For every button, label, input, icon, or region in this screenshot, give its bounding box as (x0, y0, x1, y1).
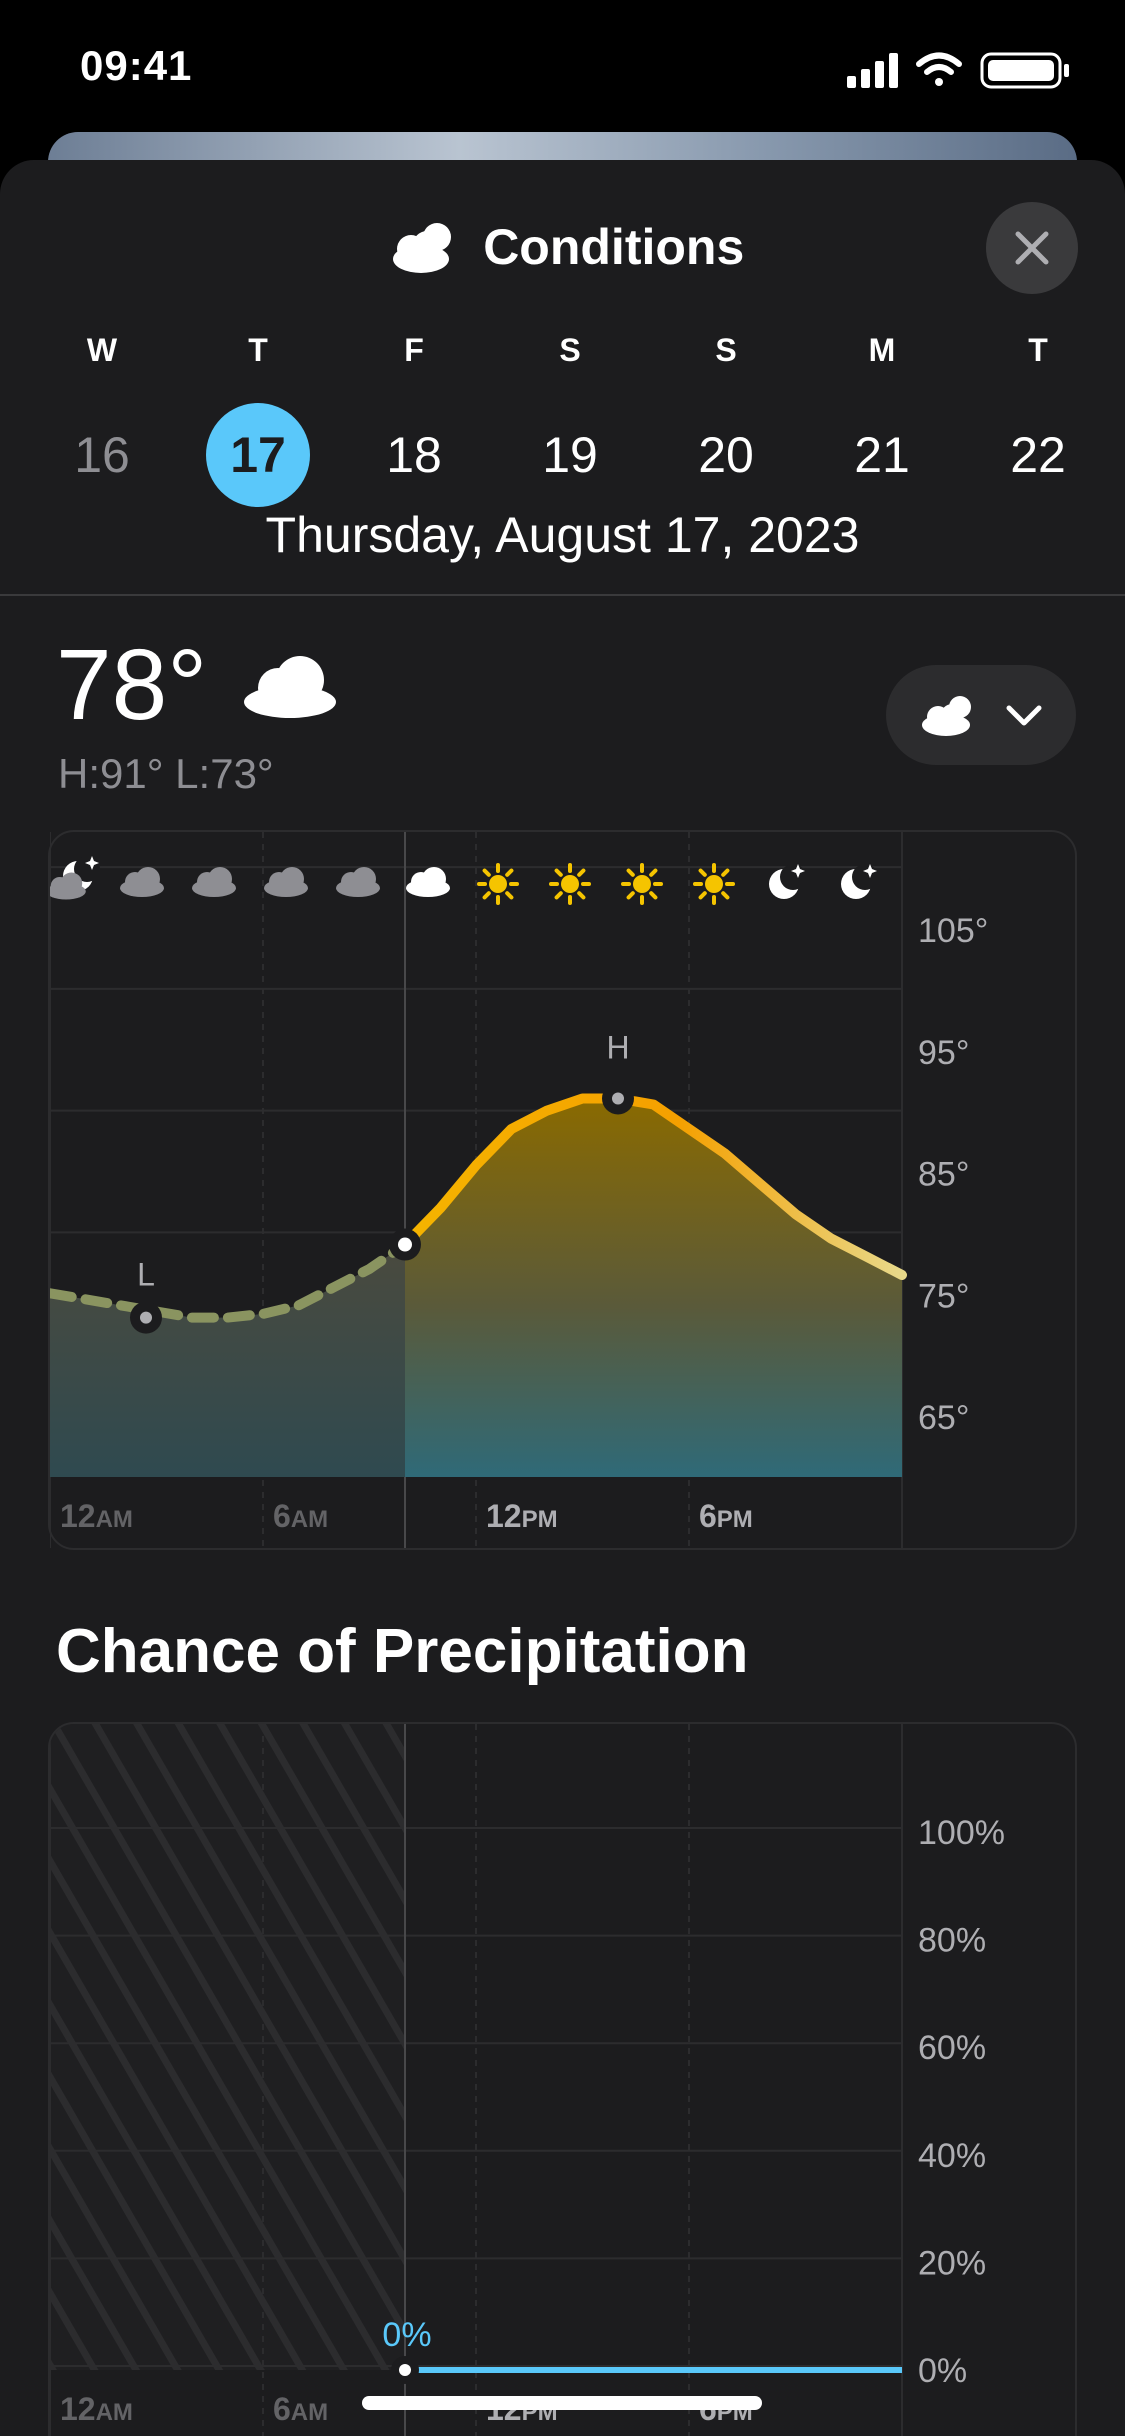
conditions-sheet: Conditions W 16 T 17 F 18 S 19 S 20 M 21 T 22 Thursda… (0, 160, 1125, 2436)
close-button[interactable] (986, 202, 1078, 294)
status-icons (847, 50, 1077, 90)
cloud-sun-icon (381, 219, 461, 275)
y-tick-label: 0% (918, 2352, 967, 2390)
y-tick-label: 60% (918, 2029, 986, 2067)
cloud-icon (120, 867, 164, 897)
y-tick-label: 105° (918, 912, 988, 950)
y-tick-label: 20% (918, 2244, 986, 2282)
signal-icon (847, 53, 898, 88)
past-hatched-area (50, 1724, 405, 2370)
metric-selector-button[interactable] (886, 665, 1076, 765)
temperature-chart-svg: 105° 95° 85° 75° 65° 12AM 6AM 12PM 6PM H L (50, 832, 988, 1548)
weekday-letter: T (248, 332, 268, 368)
status-bar: 09:41 (0, 0, 1125, 140)
high-low-temperature: H:91° L:73° (58, 750, 274, 797)
precipitation-chart-svg: 100%80%60%40%20%0%0%12AM6AM12PM6PM (50, 1724, 1005, 2436)
high-label: H (606, 1029, 629, 1065)
weekday-letter: S (559, 332, 581, 368)
x-tick-label: 12AM (60, 2391, 133, 2427)
moon-icon (841, 864, 878, 899)
y-tick-label: 75° (918, 1277, 969, 1315)
y-tick-label: 80% (918, 1922, 986, 1960)
day-button[interactable]: 21 (830, 403, 934, 507)
x-tick-label: 12PM (486, 1498, 558, 1534)
precipitation-chart: 100%80%60%40%20%0%0%12AM6AM12PM6PM (48, 1722, 1077, 2436)
y-tick-label: 85° (918, 1156, 969, 1194)
cloud-moon-icon (50, 856, 100, 900)
cloud-sun-icon (922, 696, 971, 736)
cloud-icon (240, 650, 340, 725)
cloud-icon (406, 867, 450, 897)
battery-icon (980, 52, 1069, 89)
day-selected[interactable]: 17 (206, 403, 310, 507)
low-label: L (137, 1257, 155, 1293)
sun-icon (477, 863, 519, 905)
status-time: 09:41 (80, 42, 193, 89)
x-tick-label: 6PM (699, 1498, 753, 1534)
weekday-letter: S (715, 332, 737, 368)
cloud-icon (192, 867, 236, 897)
close-icon (1015, 231, 1049, 265)
day-button[interactable]: 18 (362, 403, 466, 507)
weekday-letter: F (404, 332, 424, 368)
precipitation-title: Chance of Precipitation (56, 1617, 749, 1686)
cloud-icon (336, 867, 380, 897)
weekday-letter: W (86, 332, 118, 368)
temperature-chart: 105° 95° 85° 75° 65° 12AM 6AM 12PM 6PM H L (48, 830, 1077, 1550)
day-button[interactable]: 19 (518, 403, 622, 507)
x-tick-label: 6AM (273, 2391, 328, 2427)
current-temperature: 78° (56, 629, 208, 741)
selected-date: Thursday, August 17, 2023 (265, 507, 860, 563)
current-precip-label: 0% (382, 2316, 431, 2354)
y-tick-label: 95° (918, 1034, 969, 1072)
wifi-icon (916, 52, 962, 86)
home-indicator (362, 2396, 762, 2410)
sheet-title: Conditions (483, 219, 745, 275)
y-tick-label: 65° (918, 1399, 969, 1437)
weekday-letter: T (1028, 332, 1048, 368)
sun-icon (621, 863, 663, 905)
x-tick-label: 6AM (273, 1498, 328, 1534)
sheet-header: Conditions (0, 160, 1125, 294)
day-button[interactable]: 16 (50, 403, 154, 507)
chevron-down-icon (1006, 705, 1042, 726)
sun-icon (549, 863, 591, 905)
moon-icon (769, 864, 806, 899)
x-tick-label: 12AM (60, 1498, 133, 1534)
weekday-letter: M (868, 332, 896, 368)
sun-icon (693, 863, 735, 905)
cloud-icon (264, 867, 308, 897)
day-button[interactable]: 22 (986, 403, 1090, 507)
y-tick-label: 100% (918, 1814, 1005, 1852)
day-button[interactable]: 20 (674, 403, 778, 507)
divider (0, 594, 1125, 596)
y-tick-label: 40% (918, 2137, 986, 2175)
